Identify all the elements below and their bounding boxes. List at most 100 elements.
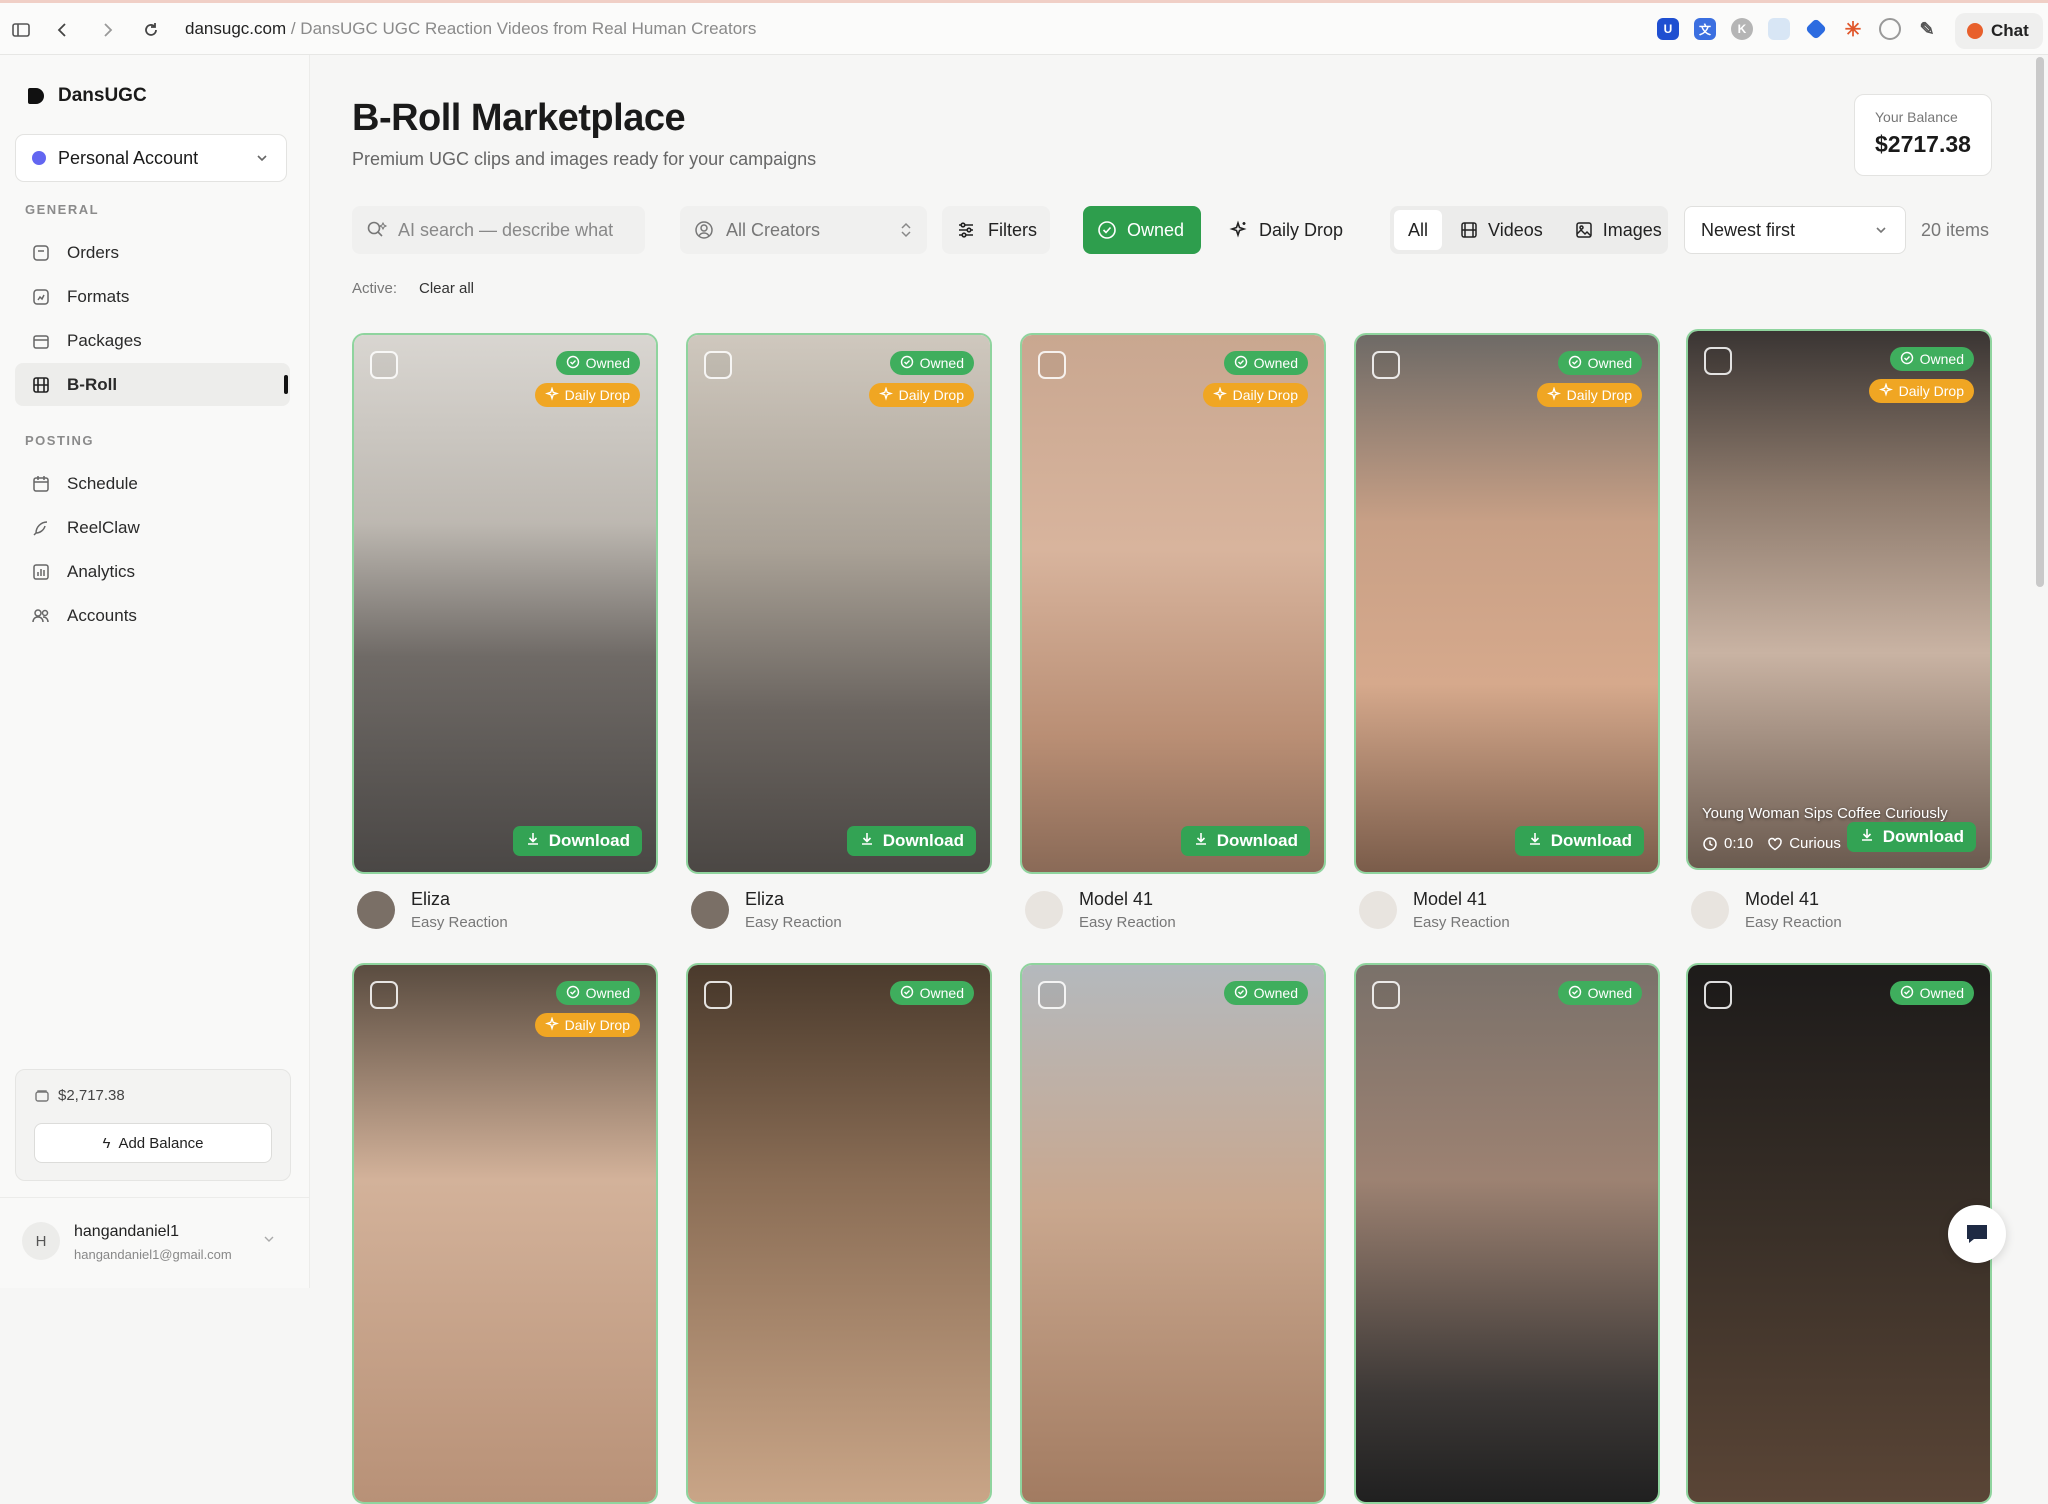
creator-name: Eliza <box>745 889 785 909</box>
creators-select[interactable]: All Creators <box>680 206 927 254</box>
sort-select[interactable]: Newest first <box>1684 206 1906 254</box>
image-icon <box>1575 221 1593 239</box>
bitwarden-extension-icon[interactable]: U <box>1657 18 1679 40</box>
daily-drop-badge-label: Daily Drop <box>1898 383 1964 399</box>
download-button[interactable]: Download <box>1514 826 1644 856</box>
address-bar[interactable]: dansugc.com / DansUGC UGC Reaction Video… <box>185 19 756 39</box>
clock-icon <box>1702 836 1718 852</box>
select-checkbox[interactable] <box>1038 981 1066 1009</box>
chevron-updown-icon <box>262 1232 276 1251</box>
reload-icon[interactable] <box>138 17 164 43</box>
media-thumbnail[interactable]: Owned Daily Drop <box>352 963 658 1504</box>
tab-videos[interactable]: Videos <box>1446 210 1557 250</box>
media-thumbnail[interactable]: Owned <box>1354 963 1660 1504</box>
cloud-extension-icon[interactable] <box>1768 18 1790 40</box>
owned-badge-label: Owned <box>1919 351 1964 367</box>
creator-avatar <box>1359 891 1397 929</box>
tag-extension-icon[interactable] <box>1805 18 1827 40</box>
formats-icon <box>31 287 51 307</box>
media-preview <box>1022 965 1324 1502</box>
select-checkbox[interactable] <box>1704 981 1732 1009</box>
claude-extension-icon[interactable]: ✳ <box>1842 18 1864 41</box>
select-checkbox[interactable] <box>704 351 732 379</box>
account-switcher[interactable]: Personal Account <box>15 134 287 182</box>
forward-icon[interactable] <box>94 17 120 43</box>
sidebar-item-label: B-Roll <box>67 374 118 394</box>
brand-logo-icon <box>28 88 44 104</box>
sidebar-item-broll[interactable]: B-Roll <box>15 363 290 406</box>
page-scrollbar[interactable] <box>2036 57 2044 587</box>
sidebar-item-reelclaw[interactable]: ReelClaw <box>15 506 290 549</box>
translate-extension-icon[interactable]: 文 <box>1694 18 1716 40</box>
download-button[interactable]: Download <box>846 826 976 856</box>
download-button[interactable]: Download <box>512 826 642 856</box>
select-checkbox[interactable] <box>370 351 398 379</box>
sidebar-item-analytics[interactable]: Analytics <box>15 550 290 593</box>
film-icon <box>1460 221 1478 239</box>
creator-info[interactable]: Eliza Easy Reaction <box>691 889 842 931</box>
chat-button[interactable]: Chat <box>1955 13 2043 49</box>
select-checkbox[interactable] <box>370 981 398 1009</box>
brand[interactable]: DansUGC <box>28 85 147 107</box>
broll-icon <box>31 375 51 395</box>
sidebar-item-orders[interactable]: Orders <box>15 231 290 274</box>
sidebar-item-label: Packages <box>67 330 142 350</box>
k-extension-icon[interactable]: K <box>1731 18 1753 40</box>
sidebar-item-label: Analytics <box>67 561 136 581</box>
sidebar-item-label: ReelClaw <box>67 517 140 537</box>
add-balance-button[interactable]: ϟ Add Balance <box>34 1123 272 1163</box>
media-thumbnail[interactable]: Owned <box>1686 963 1992 1504</box>
creator-info[interactable]: Model 41 Easy Reaction <box>1025 889 1176 931</box>
select-checkbox[interactable] <box>704 981 732 1009</box>
creator-info[interactable]: Eliza Easy Reaction <box>357 889 508 931</box>
select-checkbox[interactable] <box>1372 981 1400 1009</box>
tab-images[interactable]: Images <box>1561 210 1676 250</box>
user-name: hangandaniel1 <box>74 1223 179 1240</box>
tab-all[interactable]: All <box>1394 210 1443 250</box>
media-thumbnail[interactable]: Owned <box>1020 963 1326 1504</box>
clip-title: Young Woman Sips Coffee Curiously <box>1702 805 1948 822</box>
owned-badge-label: Owned <box>585 355 630 371</box>
sparkle-icon <box>1212 385 1227 404</box>
support-chat-button[interactable] <box>1948 1205 2006 1263</box>
sidebar-balance-card: $2,717.38 ϟ Add Balance <box>15 1069 291 1181</box>
select-checkbox[interactable] <box>1704 347 1732 375</box>
daily-drop-badge: Daily Drop <box>868 383 974 407</box>
download-button[interactable]: Download <box>1180 826 1310 856</box>
daily-drop-label: Daily Drop <box>1259 219 1344 240</box>
back-icon[interactable] <box>50 17 76 43</box>
media-thumbnail[interactable]: Owned Daily Drop Download <box>1020 333 1326 874</box>
sidebar-item-schedule[interactable]: Schedule <box>15 462 290 505</box>
circle-extension-icon[interactable] <box>1879 18 1901 40</box>
sidebar-item-formats[interactable]: Formats <box>15 275 290 318</box>
creator-name: Eliza <box>411 889 451 909</box>
chart-icon <box>31 562 51 582</box>
media-thumbnail[interactable]: Owned Daily Drop Download <box>1354 333 1660 874</box>
download-button[interactable]: Download <box>1846 822 1976 852</box>
sidebar-item-accounts[interactable]: Accounts <box>15 594 290 637</box>
daily-drop-toggle[interactable]: Daily Drop <box>1215 206 1360 254</box>
sidebar-item-label: Accounts <box>67 605 137 625</box>
filters-label: Filters <box>988 219 1037 240</box>
select-checkbox[interactable] <box>1372 351 1400 379</box>
select-checkbox[interactable] <box>1038 351 1066 379</box>
general-section-label: GENERAL <box>25 202 100 217</box>
creator-info[interactable]: Model 41 Easy Reaction <box>1359 889 1510 931</box>
owned-badge-label: Owned <box>919 985 964 1001</box>
media-thumbnail[interactable]: Owned <box>686 963 992 1504</box>
puzzle-extension-icon[interactable]: ✎ <box>1916 18 1938 40</box>
clear-all-button[interactable]: Clear all <box>419 280 474 297</box>
user-menu[interactable]: H hangandaniel1 hangandaniel1@gmail.com <box>0 1197 310 1287</box>
sidebar-toggle-icon[interactable] <box>8 17 34 43</box>
filters-button[interactable]: Filters <box>942 206 1050 254</box>
media-thumbnail[interactable]: Owned Daily Drop Young Woman Sips Coffee C… <box>1686 329 1992 870</box>
owned-toggle[interactable]: Owned <box>1083 206 1201 254</box>
creator-info[interactable]: Model 41 Easy Reaction <box>1691 889 1842 931</box>
feather-icon <box>31 518 51 538</box>
media-thumbnail[interactable]: Owned Daily Drop Download <box>352 333 658 874</box>
sidebar-balance-value: $2,717.38 <box>58 1087 125 1104</box>
search-input[interactable]: AI search — describe what <box>352 206 645 254</box>
media-thumbnail[interactable]: Owned Daily Drop Download <box>686 333 992 874</box>
media-preview <box>354 965 656 1502</box>
sidebar-item-packages[interactable]: Packages <box>15 319 290 362</box>
